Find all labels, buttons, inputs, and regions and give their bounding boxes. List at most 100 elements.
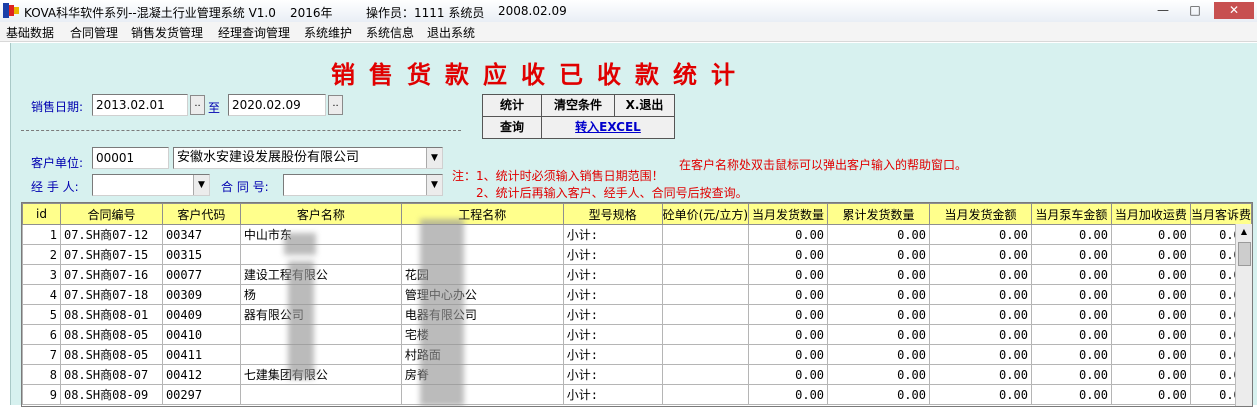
table-cell[interactable]: [239, 384, 402, 405]
chevron-down-icon[interactable]: ▼: [193, 175, 209, 195]
table-cell[interactable]: 0.00: [928, 244, 1032, 265]
column-header[interactable]: 合同编号: [59, 203, 163, 225]
scroll-thumb[interactable]: [1238, 242, 1251, 266]
table-cell[interactable]: 00315: [161, 244, 241, 265]
table-cell[interactable]: 6: [22, 324, 61, 345]
menu-manager-query[interactable]: 经理查询管理: [218, 24, 290, 41]
table-cell[interactable]: 0.00: [748, 304, 829, 325]
table-cell[interactable]: 小计:: [562, 224, 663, 245]
table-cell[interactable]: 小计:: [562, 284, 663, 305]
table-cell[interactable]: 0.00: [1030, 244, 1112, 265]
table-cell[interactable]: 08.SH商08-05: [59, 324, 163, 345]
table-cell[interactable]: 0.00: [1030, 384, 1112, 405]
table-cell[interactable]: 小计:: [562, 304, 663, 325]
date-to-field[interactable]: 2020.02.09: [228, 94, 326, 116]
table-cell[interactable]: 0.00: [928, 224, 1032, 245]
menu-basic-data[interactable]: 基础数据: [6, 24, 54, 41]
table-cell[interactable]: 0.00: [928, 304, 1032, 325]
vertical-scrollbar[interactable]: ▲: [1235, 224, 1252, 406]
table-cell[interactable]: 小计:: [562, 384, 663, 405]
table-row[interactable]: 1 07.SH商07-12 00347 中山市东 小计: 0.00 0.00 0.00 0.00…: [22, 224, 1252, 245]
table-cell[interactable]: 0.00: [748, 324, 829, 345]
column-header[interactable]: 当月加收运费: [1110, 203, 1191, 225]
table-cell[interactable]: 4: [22, 284, 61, 305]
table-cell[interactable]: 0.00: [748, 284, 829, 305]
menu-contract[interactable]: 合同管理: [70, 24, 118, 41]
table-cell[interactable]: 07.SH商07-15: [59, 244, 163, 265]
table-cell[interactable]: 0.00: [1110, 244, 1191, 265]
table-cell[interactable]: 2: [22, 244, 61, 265]
column-header[interactable]: 客户代码: [161, 203, 241, 225]
table-cell[interactable]: 0.00: [928, 364, 1032, 385]
table-row[interactable]: 708.SH商08-0500411村路面小计:0.000.000.000.000…: [22, 344, 1252, 365]
table-cell[interactable]: 07.SH商07-16: [59, 264, 163, 285]
table-cell[interactable]: 小计:: [562, 264, 663, 285]
table-row[interactable]: 8 08.SH商08-07 00412 七建集团有限公 房脊 小计: 0.00 0.00 0.0…: [22, 364, 1252, 385]
minimize-button[interactable]: —: [1150, 2, 1176, 19]
table-cell[interactable]: 小计:: [562, 344, 663, 365]
table-row[interactable]: 6 08.SH商08-05 00410 宅楼 小计: 0.00 0.00 0.00 0.00 0.…: [22, 324, 1252, 345]
date-from-field[interactable]: 2013.02.01: [92, 94, 188, 116]
table-cell[interactable]: 建设工程有限公: [239, 264, 402, 285]
table-cell[interactable]: 00411: [161, 344, 241, 365]
table-cell[interactable]: 00409: [161, 304, 241, 325]
table-cell[interactable]: 0.00: [928, 264, 1032, 285]
table-cell[interactable]: [661, 384, 750, 405]
exit-button[interactable]: X.退出: [614, 94, 675, 117]
column-header[interactable]: 当月客诉费: [1189, 203, 1252, 225]
table-cell[interactable]: 小计:: [562, 364, 663, 385]
table-cell[interactable]: 00297: [161, 384, 241, 405]
table-cell[interactable]: [661, 364, 750, 385]
menu-maintenance[interactable]: 系统维护: [304, 24, 352, 41]
table-cell[interactable]: 0.00: [827, 304, 930, 325]
column-header[interactable]: 累计发货数量: [827, 203, 930, 225]
table-cell[interactable]: 0.00: [928, 344, 1032, 365]
table-cell[interactable]: 0.00: [827, 244, 930, 265]
table-cell[interactable]: [239, 244, 402, 265]
table-cell[interactable]: 0.00: [748, 384, 829, 405]
table-cell[interactable]: 08.SH商08-07: [59, 364, 163, 385]
handler-select[interactable]: ▼: [92, 174, 210, 196]
table-cell[interactable]: 00077: [161, 264, 241, 285]
table-cell[interactable]: [239, 324, 402, 345]
table-cell[interactable]: 7: [22, 344, 61, 365]
menu-exit[interactable]: 退出系统: [427, 24, 475, 41]
table-cell[interactable]: 0.00: [748, 344, 829, 365]
table-cell[interactable]: 9: [22, 384, 61, 405]
chevron-down-icon[interactable]: ▼: [426, 175, 442, 195]
table-cell[interactable]: 0.00: [1110, 264, 1191, 285]
table-cell[interactable]: 0.00: [928, 384, 1032, 405]
stats-button[interactable]: 统计: [482, 94, 542, 117]
customer-code-field[interactable]: 00001: [92, 147, 169, 169]
scroll-up-icon[interactable]: ▲: [1236, 224, 1252, 240]
table-cell[interactable]: 08.SH商08-01: [59, 304, 163, 325]
contract-select[interactable]: ▼: [283, 174, 443, 196]
table-cell[interactable]: 0.00: [1030, 264, 1112, 285]
chevron-down-icon[interactable]: ▼: [426, 148, 442, 168]
table-cell[interactable]: 0.00: [748, 244, 829, 265]
table-row[interactable]: 3 07.SH商07-16 00077 建设工程有限公 花园 小计: 0.00 0.00 0.0…: [22, 264, 1252, 285]
table-cell[interactable]: 0.00: [1110, 224, 1191, 245]
table-cell[interactable]: 0.00: [928, 284, 1032, 305]
table-cell[interactable]: 3: [22, 264, 61, 285]
export-excel-button[interactable]: 转入EXCEL: [541, 116, 675, 139]
table-cell[interactable]: 0.00: [1110, 324, 1191, 345]
table-cell[interactable]: 0.00: [1110, 284, 1191, 305]
table-cell[interactable]: 0.00: [827, 224, 930, 245]
table-row[interactable]: 2 07.SH商07-15 00315 小计: 0.00 0.00 0.00 0.00 0.00…: [22, 244, 1252, 265]
table-cell[interactable]: [661, 344, 750, 365]
table-cell[interactable]: [661, 264, 750, 285]
table-cell[interactable]: 00347: [161, 224, 241, 245]
table-row[interactable]: 9 08.SH商08-09 00297 小计: 0.00 0.00 0.00 0.00 0.00…: [22, 384, 1252, 405]
table-row[interactable]: 407.SH商07-1800309杨管理中心办公小计:0.000.000.000…: [22, 284, 1252, 305]
table-cell[interactable]: 0.00: [748, 264, 829, 285]
column-header[interactable]: 砼单价(元/立方): [661, 203, 750, 225]
data-grid[interactable]: id 合同编号 客户代码 客户名称 工程名称 型号规格 砼单价(元/立方) 当月发货数量 累计发…: [21, 202, 1253, 407]
column-header[interactable]: 型号规格: [562, 203, 663, 225]
table-cell[interactable]: 0.00: [1110, 364, 1191, 385]
date-from-picker-button[interactable]: ..: [190, 95, 205, 115]
table-cell[interactable]: 07.SH商07-18: [59, 284, 163, 305]
table-cell[interactable]: 杨: [239, 284, 402, 305]
table-cell[interactable]: 1: [22, 224, 61, 245]
table-cell[interactable]: 8: [22, 364, 61, 385]
